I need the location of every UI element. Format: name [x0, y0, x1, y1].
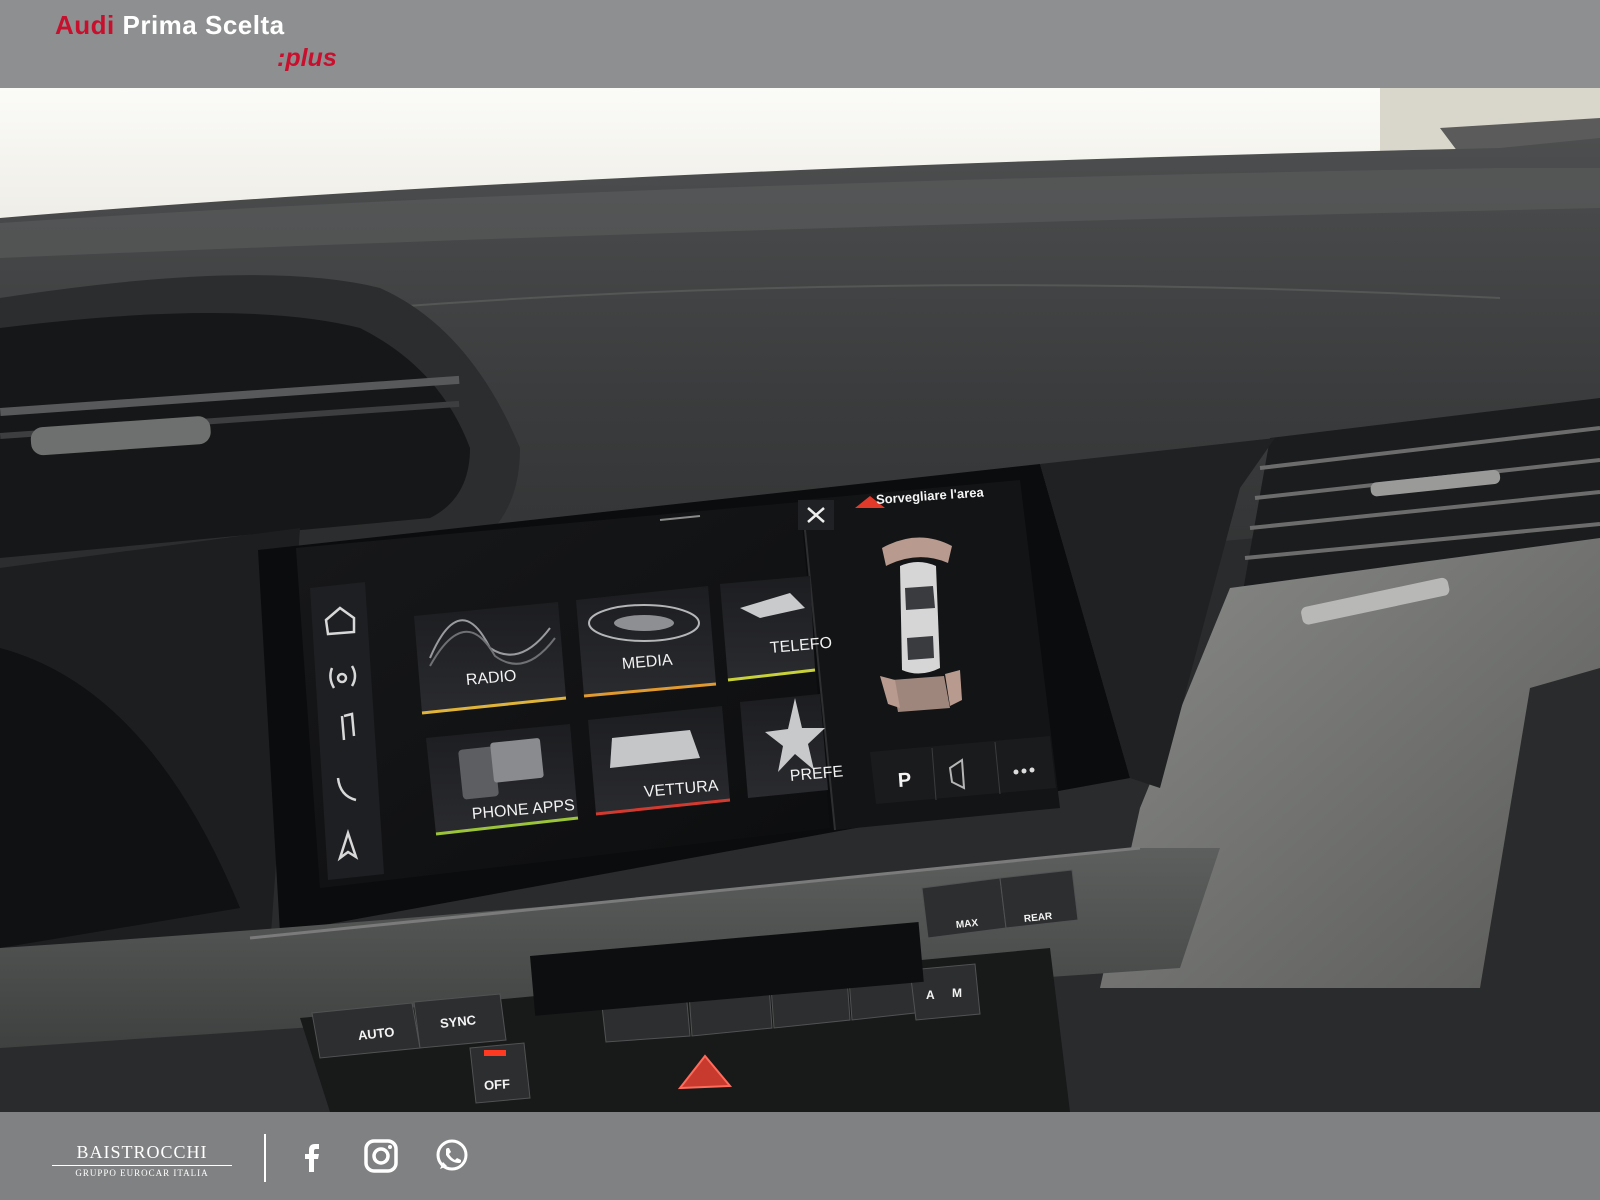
dealer-name: BAISTROCCHI	[76, 1142, 208, 1162]
instagram-icon[interactable]	[361, 1136, 401, 1176]
dealer-logo[interactable]: BAISTROCCHI GRUPPO EUROCAR ITALIA	[52, 1142, 232, 1178]
brand-logo[interactable]: Audi Prima Scelta :plus	[55, 10, 337, 72]
whatsapp-icon[interactable]	[432, 1136, 472, 1176]
media-label: MEDIA	[621, 651, 674, 673]
footer-bar: BAISTROCCHI GRUPPO EUROCAR ITALIA	[0, 1112, 1600, 1200]
radio-label: RADIO	[465, 667, 518, 689]
brand-audi: Audi	[55, 10, 115, 40]
header-bar: Audi Prima Scelta :plus	[0, 0, 1600, 88]
brand-prima-scelta: Prima Scelta	[122, 10, 285, 40]
dashboard-illustration	[0, 88, 1600, 1112]
footer-divider	[264, 1134, 266, 1182]
park-assist-icon[interactable]: P	[897, 769, 912, 793]
off-button[interactable]: OFF	[483, 1076, 510, 1093]
max-defrost-button[interactable]: MAX	[955, 918, 978, 931]
recirculation-m-label: M	[952, 986, 962, 1000]
dealer-subtitle: GRUPPO EUROCAR ITALIA	[52, 1165, 232, 1178]
recirculation-a-label: A	[926, 988, 935, 1002]
close-icon[interactable]: x	[806, 502, 807, 503]
facebook-icon[interactable]	[292, 1136, 332, 1176]
dashboard-photo: RADIO MEDIA TELEFO PHONE APPS VETTURA PR…	[0, 88, 1600, 1112]
preferiti-label: PREFE	[789, 763, 844, 785]
brand-plus: :plus	[277, 44, 337, 72]
brand-title: Audi Prima Scelta	[55, 10, 285, 41]
